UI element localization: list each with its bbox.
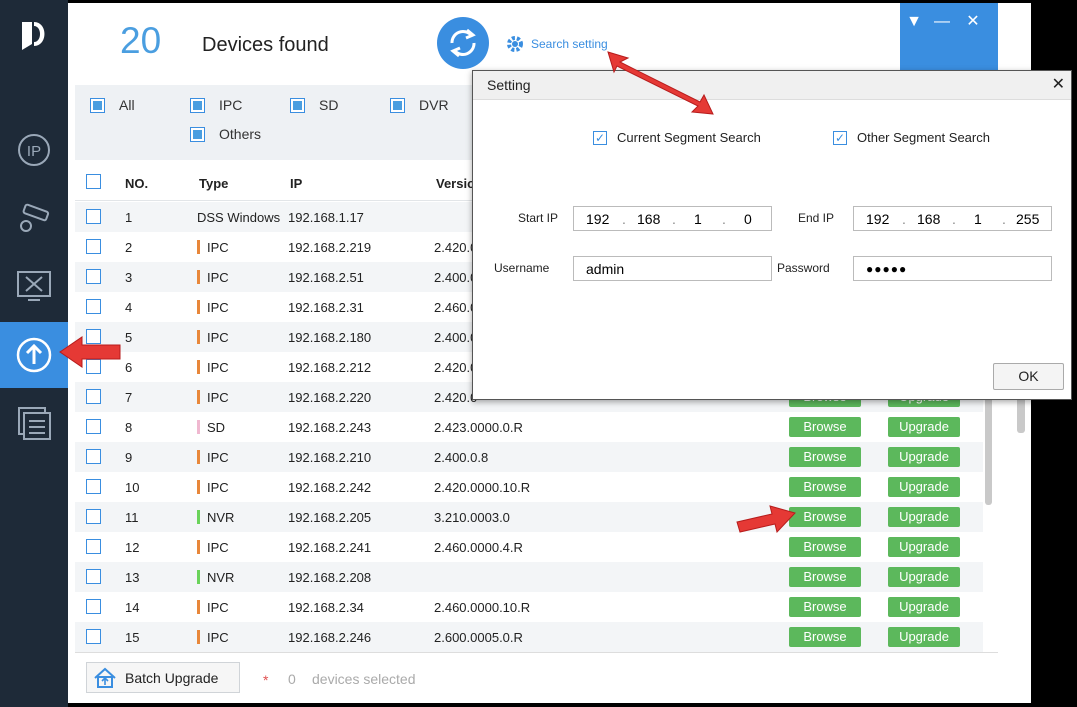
arrow-to-upgrade [59,336,121,368]
arrow-search-to-dialog [607,51,714,115]
annotation-arrows [59,51,796,534]
arrow-to-browse [736,505,796,534]
